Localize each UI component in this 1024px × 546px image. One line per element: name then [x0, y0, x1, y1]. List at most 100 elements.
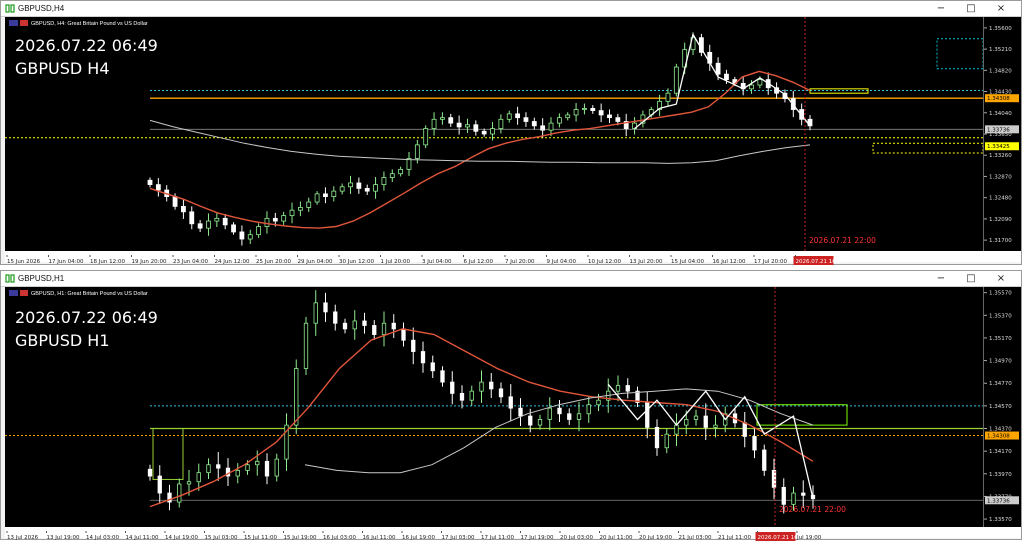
time-tick-label: 30 Jun 12:00 — [339, 259, 374, 265]
time-tick-label: 15 Jul 03:00 — [205, 535, 238, 541]
candle-body — [352, 320, 357, 330]
candle-body — [590, 108, 596, 111]
price-tick-label: 1.34770 — [989, 381, 1012, 387]
zigzag-line — [634, 32, 811, 130]
price-tick-label: 1.35170 — [989, 336, 1012, 342]
maximize-button[interactable]: □ — [959, 271, 983, 286]
time-tick-label: 16 Jul 03:00 — [323, 535, 356, 541]
candle-body — [231, 224, 236, 233]
candle-body — [469, 390, 474, 401]
price-tick-label: 1.31700 — [989, 238, 1012, 244]
usd-flag-icon — [20, 290, 28, 296]
overlay-symbol: GBPUSD H1 — [15, 331, 110, 350]
gbp-flag-icon — [9, 20, 18, 26]
candle-body — [314, 193, 320, 203]
candle-body — [582, 108, 587, 110]
candle-body — [448, 117, 454, 124]
candle-body — [465, 124, 470, 128]
moving-average-line — [149, 119, 811, 164]
moving-average-line — [149, 328, 814, 508]
time-tick-label: 10 Jul 12:00 — [588, 259, 621, 265]
candle-body — [615, 385, 621, 392]
candle-body — [752, 436, 757, 451]
candle-body — [645, 402, 650, 428]
close-button[interactable]: × — [989, 271, 1013, 286]
time-tick-label: 14 Jul 19:00 — [165, 535, 198, 541]
candle-body — [742, 422, 747, 437]
candle-body — [381, 177, 387, 186]
price-axis[interactable]: 1.35570 1.35370 1.35170 1.34970 1.34770 1.345… — [983, 287, 1021, 540]
price-tag-label: 1.33736 — [987, 127, 1010, 133]
candle-body — [423, 128, 429, 146]
minimize-button[interactable]: − — [929, 1, 953, 16]
chart-window-h4[interactable]: GBPUSD,H4 − □ × 2026.07.21 22:00 GBPUSD,… — [0, 0, 1022, 265]
candle-body — [523, 117, 529, 122]
time-tick-label: 15 Jul 11:00 — [244, 535, 277, 541]
time-tick-label: 25 Jun 20:00 — [256, 259, 291, 265]
candle-body — [401, 328, 406, 341]
time-tick-label: 17 Jun 04:00 — [49, 259, 84, 265]
candle-body — [155, 184, 161, 191]
candle-body — [181, 205, 186, 213]
candle-body — [625, 385, 630, 392]
time-tick-label: 16 Jul 19:00 — [402, 535, 435, 541]
candle-body — [157, 475, 162, 494]
candle-body — [724, 73, 729, 80]
chart-plot-area[interactable]: 2026.07.21 22:00 GBPUSD, H1: Great Brita… — [5, 287, 983, 527]
time-tick-label: 18 Jun 12:00 — [90, 259, 125, 265]
candle-body — [348, 182, 353, 188]
chart-plot-area[interactable]: 2026.07.21 22:00 GBPUSD, H4: Great Brita… — [5, 17, 983, 251]
candle-body — [693, 415, 699, 420]
candle-body — [177, 483, 182, 503]
yellow-range-box — [809, 88, 869, 94]
chart-window-h1[interactable]: GBPUSD,H1 − □ × 2026.07.21 22:00 GBPUSD,… — [0, 270, 1022, 541]
price-tick-label: 1.34040 — [989, 111, 1012, 117]
overlay-datetime: 2026.07.22 06:49 — [15, 36, 158, 55]
window-title: GBPUSD,H4 — [18, 4, 65, 13]
candle-body — [565, 114, 571, 119]
green-zone-box — [152, 428, 184, 480]
time-tick-label: 24 Jun 12:00 — [215, 259, 250, 265]
candle-body — [440, 370, 445, 383]
time-axis[interactable]: 13 Jul 2026 13 Jul 19:00 14 Jul 03:00 14 Ju… — [5, 527, 1021, 541]
candle-body — [557, 407, 562, 415]
time-marker-label: 2026.07.21 22:00 — [809, 236, 876, 245]
chart-header: GBPUSD, H4: Great Britain Pound vs US Do… — [9, 20, 148, 27]
gbp-flag-icon — [9, 290, 18, 296]
price-axis[interactable]: 1.35600 1.35210 1.34820 1.34430 1.34040 1.336… — [983, 17, 1021, 251]
minimize-button[interactable]: − — [929, 271, 953, 286]
candle-body — [665, 92, 671, 102]
candle-body — [481, 130, 487, 135]
candle-body — [214, 217, 220, 222]
candle-body — [247, 234, 253, 240]
candle-body — [540, 125, 546, 131]
candle-body — [567, 413, 572, 420]
overlay-datetime: 2026.07.22 06:49 — [15, 308, 158, 327]
candle-body — [674, 424, 679, 435]
candle-body — [607, 114, 612, 119]
maximize-button[interactable]: □ — [959, 1, 983, 16]
candle-body — [556, 117, 562, 124]
time-tick-label: 21 Jul 03:00 — [679, 535, 712, 541]
candle-body — [342, 322, 348, 330]
chart-app-icon — [5, 274, 15, 283]
time-tick-label: 15 Jun 2026 — [7, 259, 41, 265]
window-titlebar[interactable]: GBPUSD,H4 − □ × — [1, 1, 1021, 17]
price-tick-label: 1.34970 — [989, 359, 1012, 365]
time-tick-label: 9 Jul 04:00 — [547, 259, 577, 265]
candle-body — [235, 469, 240, 477]
candle-body — [362, 320, 367, 326]
close-button[interactable]: × — [989, 1, 1013, 16]
candle-body — [323, 193, 328, 197]
time-tick-label: 23 Jun 04:00 — [173, 259, 208, 265]
time-tick-label: 16 Jul 11:00 — [363, 535, 396, 541]
candle-body — [206, 220, 211, 229]
candle-body — [518, 407, 523, 417]
candle-body — [473, 124, 479, 132]
candle-body — [264, 217, 270, 227]
window-titlebar[interactable]: GBPUSD,H1 − □ × — [1, 271, 1021, 287]
time-axis[interactable]: 15 Jun 2026 17 Jun 04:00 18 Jun 12:00 19 Ju… — [5, 251, 1021, 265]
chart-header-text: GBPUSD, H4: Great Britain Pound vs US Do… — [31, 21, 148, 27]
chart-app-icon — [5, 4, 15, 13]
candle-body — [598, 110, 604, 116]
